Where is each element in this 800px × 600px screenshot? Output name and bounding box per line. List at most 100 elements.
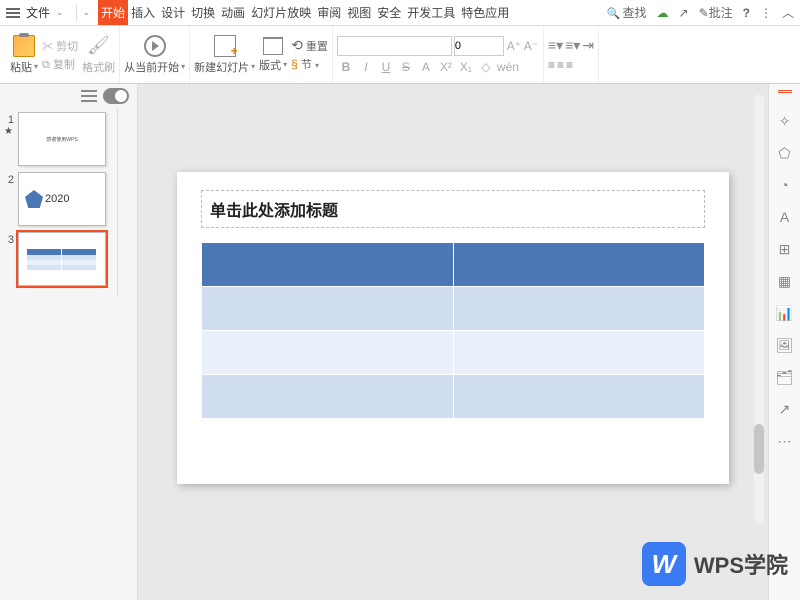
slide[interactable]: 单击此处添加标题 (177, 172, 729, 484)
help-icon[interactable] (743, 6, 750, 20)
side-panel: ✧ ⬠ ◔ A ⊞ ▦ 📊 🖼 🗂 ↗ ⋯ (768, 84, 800, 600)
tab-special[interactable]: 特色应用 (458, 0, 512, 25)
new-slide-icon[interactable] (214, 35, 236, 57)
title-placeholder[interactable]: 单击此处添加标题 (201, 190, 705, 228)
indent-button[interactable]: ⇥ (582, 37, 594, 54)
scrollbar-thumb[interactable] (754, 424, 764, 474)
hamburger-icon[interactable] (6, 8, 20, 18)
tab-insert[interactable]: 插入 (128, 0, 158, 25)
brand-logo-icon: W (642, 542, 686, 586)
gallery-pane-icon[interactable]: 🗂 (776, 368, 794, 386)
play-icon[interactable] (144, 35, 166, 57)
layout-button[interactable]: 版式▾ (259, 57, 287, 73)
tab-transition[interactable]: 切换 (188, 0, 218, 25)
subscript-button[interactable]: X₁ (457, 60, 475, 74)
clear-format-button[interactable]: ◇ (477, 60, 495, 74)
pinyin-button[interactable]: wén (497, 60, 515, 74)
align-left-button[interactable]: ≡ (548, 58, 555, 72)
thumbnail-3[interactable] (18, 232, 106, 286)
section-button[interactable]: 节 ▾ (291, 56, 319, 72)
superscript-button[interactable]: X² (437, 60, 455, 74)
layout-icon[interactable] (263, 37, 283, 55)
image-pane-icon[interactable]: 🖼 (776, 336, 794, 354)
tab-animation[interactable]: 动画 (218, 0, 248, 25)
thumbnail-view-button[interactable] (103, 88, 129, 104)
table-row[interactable] (202, 375, 705, 419)
table-row[interactable] (202, 243, 705, 287)
search-button[interactable]: 查找 (607, 4, 647, 21)
outline-view-button[interactable] (81, 90, 97, 102)
slide-thumbnails: 1 ★ 感谢使用WPS 2 2020 3 (0, 108, 118, 296)
new-slide-button[interactable]: 新建幻灯片▾ (194, 59, 255, 75)
strike-button[interactable]: S (397, 60, 415, 74)
table-row[interactable] (202, 331, 705, 375)
thumbnail-1[interactable]: 感谢使用WPS (18, 112, 106, 166)
ribbon-tabs: 开始 插入 设计 切换 动画 幻灯片放映 审阅 视图 安全 开发工具 特色应用 (98, 0, 512, 25)
file-menu[interactable]: 文件 (26, 4, 50, 21)
tab-view[interactable]: 视图 (344, 0, 374, 25)
table-pane-icon[interactable]: ⊞ (776, 240, 794, 258)
tab-slideshow[interactable]: 幻灯片放映 (248, 0, 314, 25)
font-size-select[interactable] (454, 36, 504, 56)
thumb-row[interactable]: 2 2020 (4, 172, 113, 226)
font-group: A⁺ A⁻ B I U S A X² X₁ ◇ wén (333, 26, 544, 83)
more-icon[interactable] (760, 6, 772, 20)
canvas-area[interactable]: 单击此处添加标题 (138, 84, 768, 600)
format-painter-icon[interactable]: 🖌 (88, 35, 110, 57)
format-painter-button[interactable]: 格式刷 (82, 59, 115, 75)
decrease-font-button[interactable]: A⁻ (523, 39, 539, 53)
tab-review[interactable]: 审阅 (314, 0, 344, 25)
mini-year: 2020 (45, 193, 69, 205)
select-pane-icon[interactable]: ✧ (776, 112, 794, 130)
paste-icon[interactable] (13, 35, 35, 57)
mini-table (27, 249, 97, 270)
copy-button[interactable]: ⧉ 复制 (42, 56, 75, 72)
slide-table[interactable] (201, 242, 705, 419)
panel-handle-icon[interactable] (778, 90, 792, 94)
export-pane-icon[interactable]: ↗ (776, 400, 794, 418)
menubar-right: 查找 批注 (607, 4, 794, 21)
search-icon (607, 6, 623, 20)
font-color-button[interactable]: A (417, 60, 435, 74)
tab-security[interactable]: 安全 (374, 0, 404, 25)
italic-button[interactable]: I (357, 60, 375, 74)
grid-pane-icon[interactable]: ▦ (776, 272, 794, 290)
brand-text: WPS学院 (694, 548, 788, 580)
divider (76, 5, 77, 21)
workspace: 1 ★ 感谢使用WPS 2 2020 3 (0, 84, 800, 600)
annotate-button[interactable]: 批注 (699, 4, 733, 21)
share-icon[interactable] (679, 6, 689, 20)
reset-button[interactable]: 重置 (291, 37, 328, 54)
thumb-row[interactable]: 3 (4, 232, 113, 286)
properties-pane-icon[interactable]: ◔ (776, 176, 794, 194)
file-dropdown-icon[interactable]: ⌄ (56, 7, 64, 18)
thumb-row[interactable]: 1 ★ 感谢使用WPS (4, 112, 113, 166)
tab-start[interactable]: 开始 (98, 0, 128, 25)
thumbnail-2[interactable]: 2020 (18, 172, 106, 226)
font-pane-icon[interactable]: A (776, 208, 794, 226)
shape-pane-icon[interactable]: ⬠ (776, 144, 794, 162)
tab-devtools[interactable]: 开发工具 (404, 0, 458, 25)
slideshow-group: 从当前开始▾ (120, 26, 190, 83)
align-right-button[interactable]: ≡ (566, 58, 573, 72)
thumb-number: 2 (4, 172, 14, 186)
table-row[interactable] (202, 287, 705, 331)
bullets-button[interactable]: ≡▾ (548, 37, 563, 54)
align-center-button[interactable]: ≡ (557, 58, 564, 72)
numbering-button[interactable]: ≡▾ (565, 37, 580, 54)
increase-font-button[interactable]: A⁺ (506, 39, 522, 53)
bold-button[interactable]: B (337, 60, 355, 74)
font-name-select[interactable] (337, 36, 452, 56)
from-current-button[interactable]: 从当前开始▾ (124, 59, 185, 75)
more-pane-icon[interactable]: ⋯ (776, 432, 794, 450)
animation-star-icon: ★ (4, 126, 14, 137)
mini-title: 感谢使用WPS (46, 136, 77, 143)
paste-button[interactable]: 粘贴▾ (10, 59, 38, 75)
qat-dropdown-icon[interactable]: ⌄ (83, 7, 91, 18)
tab-design[interactable]: 设计 (158, 0, 188, 25)
cut-button[interactable]: ✂ 剪切 (42, 38, 78, 54)
underline-button[interactable]: U (377, 60, 395, 74)
collapse-ribbon-icon[interactable] (782, 4, 794, 21)
cloud-icon[interactable] (657, 6, 669, 20)
chart-pane-icon[interactable]: 📊 (776, 304, 794, 322)
